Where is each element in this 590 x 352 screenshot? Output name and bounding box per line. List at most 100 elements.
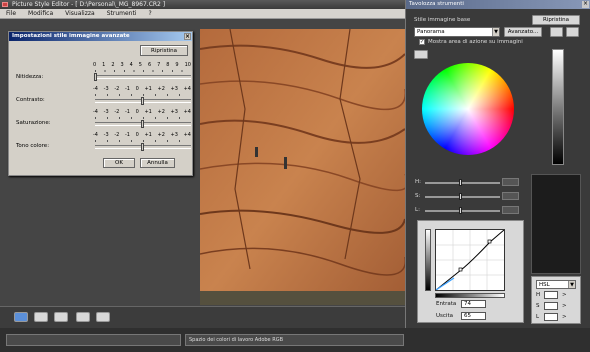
saturation-tickmarks	[95, 117, 191, 119]
tick: -3	[103, 86, 109, 92]
palette-title: Tavolozza strumenti	[409, 1, 464, 7]
sharpness-label: Nitidezza:	[16, 74, 44, 80]
tick: -2	[114, 109, 120, 115]
tick: +1	[144, 109, 152, 115]
close-icon[interactable]: ×	[184, 33, 191, 40]
tick: +3	[170, 86, 178, 92]
tick: -3	[103, 132, 109, 138]
mode-h-label: H	[536, 292, 541, 298]
base-style-label: Stile immagine base	[414, 17, 471, 23]
mode-s-label: S	[536, 303, 540, 309]
saturation-label: Saturazione:	[16, 120, 51, 126]
saturation-value-field[interactable]	[502, 192, 519, 200]
chevron-down-icon: ▼	[492, 28, 499, 36]
menu-strumenti[interactable]: Strumenti	[101, 9, 143, 18]
luminance-thumb[interactable]	[459, 207, 462, 214]
tick: 10	[184, 62, 191, 68]
tick: -4	[93, 109, 98, 115]
color-tone-tickmarks	[95, 140, 191, 142]
sharpness-slider[interactable]	[95, 75, 191, 79]
menu-modifica[interactable]: Modifica	[22, 9, 59, 18]
color-mode-select[interactable]: HSL ▼	[536, 280, 576, 289]
luminance-value-field[interactable]	[502, 206, 519, 214]
cancel-button[interactable]: Annulla	[140, 158, 175, 168]
show-area-checkbox[interactable]: ✓	[419, 39, 425, 45]
hue-value-field[interactable]	[502, 178, 519, 186]
base-style-value: Panorama	[417, 29, 445, 35]
mode-l-field[interactable]	[544, 313, 558, 321]
color-mode-value: HSL	[539, 282, 550, 288]
mode-s-arrow: >	[562, 303, 567, 309]
compare-view-icon[interactable]	[54, 312, 68, 322]
l-label: L:	[415, 207, 420, 213]
output-gradient	[425, 229, 431, 291]
tick: +4	[183, 132, 191, 138]
color-mode-panel: HSL ▼ H > S > L >	[531, 276, 581, 324]
color-tone-thumb[interactable]	[141, 143, 144, 151]
luminance-bar[interactable]	[552, 49, 564, 165]
contrast-label: Contrasto:	[16, 97, 45, 103]
tick: 4	[129, 62, 133, 68]
show-area-label: Mostra area di azione su immagini	[428, 39, 523, 45]
tick: +3	[170, 132, 178, 138]
contrast-thumb[interactable]	[141, 97, 144, 105]
tick: -3	[103, 109, 109, 115]
tone-curve-panel: Entrata 74 Uscita 65	[417, 220, 524, 323]
tick: +4	[183, 109, 191, 115]
redo-icon[interactable]	[96, 312, 110, 322]
bottom-toolbar	[0, 306, 405, 328]
tick: 5	[138, 62, 142, 68]
dialog-reset-button[interactable]: Ripristina	[140, 45, 188, 56]
saturation-thumb[interactable]	[141, 120, 144, 128]
tick: +2	[157, 86, 165, 92]
tick: +4	[183, 86, 191, 92]
dialog-title: Impostazioni stile immagine avanzate	[12, 33, 130, 39]
mode-l-arrow: >	[562, 314, 567, 320]
hue-slider[interactable]	[425, 182, 500, 184]
saturation-slider[interactable]	[425, 196, 500, 198]
color-wheel[interactable]	[422, 63, 514, 155]
tick: -2	[114, 132, 120, 138]
menu-help[interactable]: ?	[142, 9, 157, 18]
tone-curve-graph[interactable]	[435, 229, 505, 291]
close-icon[interactable]: ×	[582, 1, 589, 8]
input-field[interactable]: 74	[461, 300, 486, 308]
mode-h-arrow: >	[562, 292, 567, 298]
tick: 8	[166, 62, 170, 68]
app-titlebar: Picture Style Editor - [ D:\Personal\_MG…	[0, 0, 405, 9]
output-field[interactable]: 65	[461, 312, 486, 320]
mode-h-field[interactable]	[544, 291, 558, 299]
photo-preview[interactable]	[200, 29, 405, 305]
saturation-thumb[interactable]	[459, 193, 462, 200]
hue-thumb[interactable]	[459, 179, 462, 186]
sharpness-thumb[interactable]	[94, 73, 97, 81]
status-bar: Spazio dei colori di lavoro Adobe RGB	[0, 328, 590, 352]
undo-icon[interactable]	[76, 312, 90, 322]
eyedropper-icon[interactable]	[414, 50, 428, 59]
save-icon[interactable]	[566, 27, 579, 37]
tick: 6	[147, 62, 152, 68]
tick: -1	[124, 109, 130, 115]
tick: -1	[124, 132, 130, 138]
tick: 2	[111, 62, 115, 68]
tick: -4	[93, 86, 98, 92]
input-label: Entrata	[436, 301, 457, 307]
split-view-icon[interactable]	[34, 312, 48, 322]
color-preview-area	[531, 174, 581, 274]
contrast-ticks: -4 -3 -2 -1 0 +1 +2 +3 +4	[93, 86, 191, 92]
single-view-icon[interactable]	[14, 312, 28, 322]
ok-button[interactable]: OK	[103, 158, 135, 168]
mode-s-field[interactable]	[544, 302, 558, 310]
menu-visualizza[interactable]: Visualizza	[59, 9, 101, 18]
advanced-button[interactable]: Avanzato...	[504, 27, 542, 37]
menu-file[interactable]: File	[0, 9, 22, 18]
tick: 9	[175, 62, 179, 68]
rock-photo	[200, 29, 405, 305]
palette-reset-button[interactable]: Ripristina	[532, 15, 580, 25]
luminance-slider[interactable]	[425, 210, 500, 212]
base-style-select[interactable]: Panorama ▼	[414, 27, 500, 37]
tick: +1	[144, 86, 152, 92]
color-tone-ticks: -4 -3 -2 -1 0 +1 +2 +3 +4	[93, 132, 191, 138]
open-file-icon[interactable]	[550, 27, 563, 37]
palette-title-bar: Tavolozza strumenti	[406, 0, 590, 9]
